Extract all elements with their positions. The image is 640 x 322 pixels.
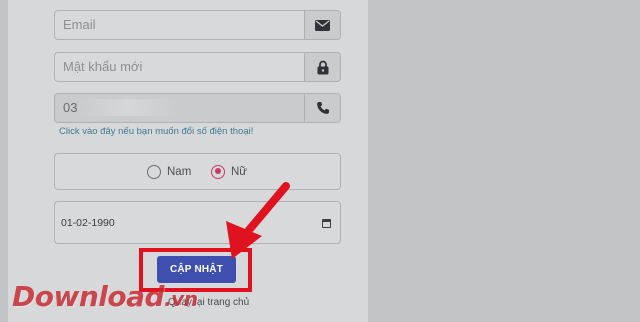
watermark-text: Download — [12, 280, 165, 313]
watermark-tld: .vn — [164, 287, 198, 311]
watermark-logo: Download.vn — [12, 280, 198, 313]
annotation-arrow-icon — [226, 182, 290, 259]
